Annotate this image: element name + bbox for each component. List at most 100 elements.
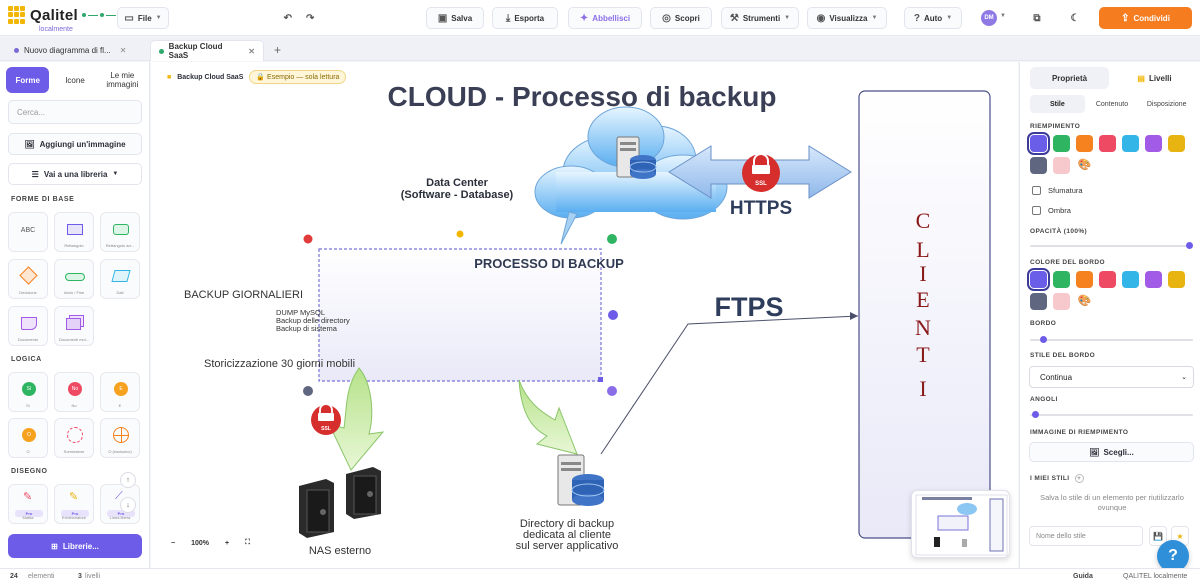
tab-shapes[interactable]: Forme <box>6 67 50 93</box>
fill-swatch[interactable] <box>1053 135 1070 152</box>
add-tab-icon[interactable]: + <box>274 43 281 57</box>
fit-screen-icon[interactable]: ⛶ <box>245 539 250 547</box>
scroll-up-icon[interactable]: ↑ <box>120 472 136 488</box>
subtab-arrange[interactable]: Disposizione <box>1139 95 1194 113</box>
directory-server-icon[interactable] <box>557 454 605 506</box>
export-button[interactable]: ⤓ Esporta <box>492 7 558 29</box>
theme-toggle-button[interactable]: ☾ <box>1064 7 1086 29</box>
tab-layers[interactable]: ▤ Livelli <box>1115 67 1194 89</box>
fill-swatch[interactable] <box>1053 157 1070 174</box>
choose-image-button[interactable]: 🖼 Scegli... <box>1029 442 1194 462</box>
tab-backup-cloud[interactable]: Backup Cloud SaaS ✕ <box>150 40 264 61</box>
slider-knob[interactable] <box>1032 411 1039 418</box>
subtab-content[interactable]: Contenuto <box>1085 95 1140 113</box>
scroll-down-icon[interactable]: ↓ <box>120 497 136 513</box>
style-handle-icon[interactable] <box>607 386 617 396</box>
zoom-level[interactable]: 100% <box>191 540 209 547</box>
delete-handle-icon[interactable] <box>303 234 313 244</box>
green-arrow-directory[interactable] <box>518 379 578 455</box>
style-name-input[interactable]: Nome dello stile <box>1029 526 1143 546</box>
tools-menu-button[interactable]: ⚒ Strumenti ▼ <box>721 7 799 29</box>
discover-button[interactable]: ◎ Scopri <box>650 7 712 29</box>
shape-yes[interactable]: Sì Sì <box>8 372 48 412</box>
border-style-select[interactable]: Continua ⌄ <box>1029 366 1194 388</box>
ftps-label[interactable]: FTPS <box>714 292 783 322</box>
redo-icon[interactable]: ↷ <box>306 13 314 24</box>
shape-search-input[interactable]: Cerca... <box>8 100 142 124</box>
shape-multi-document[interactable]: Documenti mul... <box>54 306 94 346</box>
close-icon[interactable]: ✕ <box>248 47 255 56</box>
share-button[interactable]: ⇪ Condividi <box>1099 7 1192 29</box>
datacenter-sublabel[interactable]: (Software - Database) <box>401 189 514 201</box>
tab-icons[interactable]: Icone <box>53 67 96 93</box>
nas-label[interactable]: NAS esterno <box>309 545 371 557</box>
chevron-down-icon[interactable]: ▼ <box>1000 13 1006 19</box>
border-width-slider[interactable] <box>1030 336 1193 343</box>
palette-icon[interactable]: 🎨 <box>1076 293 1093 310</box>
shadow-checkbox[interactable]: Ombra <box>1032 206 1071 215</box>
ssl-lock-icon[interactable]: SSL <box>311 403 341 435</box>
save-button[interactable]: ▣ Salva <box>426 7 484 29</box>
tool-pencil[interactable]: ✎ Pro Matita <box>8 484 48 524</box>
rotate-handle-icon[interactable] <box>456 230 464 238</box>
library-select[interactable]: ☰ Vai a una libreria ▼ <box>8 163 142 185</box>
shape-summing[interactable]: Sommatore <box>54 418 94 458</box>
slider-knob[interactable] <box>1040 336 1047 343</box>
info-icon[interactable]: + <box>1074 474 1084 483</box>
nas-device-icon[interactable] <box>299 467 381 538</box>
fill-swatch[interactable] <box>1030 157 1047 174</box>
opacity-slider[interactable] <box>1030 242 1193 249</box>
directory-label[interactable]: sul server applicativo <box>516 540 619 552</box>
undo-icon[interactable]: ↶ <box>284 13 292 24</box>
daily-backups-label[interactable]: BACKUP GIORNALIERI <box>184 289 303 301</box>
ssl-lock-icon[interactable]: SSL <box>742 153 780 192</box>
diagram-title[interactable]: CLOUD - Processo di backup <box>388 81 777 112</box>
diagram-canvas[interactable]: CLOUD - Processo di backup C L I E N T I <box>151 62 1018 568</box>
datacenter-label[interactable]: Data Center <box>426 177 488 189</box>
shape-rectangle[interactable]: Rettangolo <box>54 212 94 252</box>
subtab-style[interactable]: Stile <box>1030 95 1085 113</box>
guide-link[interactable]: Guida <box>1073 573 1093 580</box>
border-swatch[interactable] <box>1099 271 1116 288</box>
user-avatar[interactable]: DM <box>981 10 997 26</box>
shape-or[interactable]: O O <box>8 418 48 458</box>
fill-swatch[interactable] <box>1122 135 1139 152</box>
present-button[interactable]: ⧉ <box>1026 7 1048 29</box>
border-swatch[interactable] <box>1053 271 1070 288</box>
shape-rounded-rectangle[interactable]: Rettangolo arr... <box>100 212 140 252</box>
zoom-out-icon[interactable]: − <box>171 540 175 547</box>
shape-document[interactable]: Documento <box>8 306 48 346</box>
tab-properties[interactable]: Proprietà <box>1030 67 1109 89</box>
fill-swatch[interactable] <box>1168 135 1185 152</box>
shape-start-end[interactable]: Inizio / Fine <box>54 259 94 299</box>
shape-and[interactable]: E E <box>100 372 140 412</box>
breadcrumb-label[interactable]: Backup Cloud SaaS <box>177 74 243 81</box>
fill-swatch[interactable] <box>1076 135 1093 152</box>
slider-knob[interactable] <box>1186 242 1193 249</box>
fill-swatch[interactable] <box>1027 132 1050 155</box>
libraries-button[interactable]: ⊞ Librerie... <box>8 534 142 558</box>
history-label[interactable]: Storicizzazione 30 giorni mobili <box>204 358 355 370</box>
fill-swatch[interactable] <box>1099 135 1116 152</box>
border-swatch[interactable] <box>1030 293 1047 310</box>
gradient-checkbox[interactable]: Sfumatura <box>1032 186 1083 195</box>
shape-decision[interactable]: Decisione <box>8 259 48 299</box>
border-swatch[interactable] <box>1053 293 1070 310</box>
view-menu-button[interactable]: ◉ Visualizza ▼ <box>807 7 887 29</box>
add-image-button[interactable]: 🖼 Aggiungi un'immagine <box>8 133 142 155</box>
https-label[interactable]: HTTPS <box>730 198 792 219</box>
fill-swatch[interactable] <box>1145 135 1162 152</box>
info-handle-icon[interactable] <box>608 310 618 320</box>
duplicate-handle-icon[interactable] <box>607 234 617 244</box>
ftps-connector[interactable] <box>600 315 859 455</box>
border-swatch[interactable] <box>1145 271 1162 288</box>
shape-text[interactable]: ABC <box>8 212 48 252</box>
beautify-button[interactable]: ✦ Abbellisci <box>568 7 642 29</box>
auto-mode-button[interactable]: ? Auto ▼ <box>904 7 962 29</box>
border-swatch[interactable] <box>1076 271 1093 288</box>
palette-icon[interactable]: 🎨 <box>1076 157 1093 174</box>
shape-xor[interactable]: O (esclusivo) <box>100 418 140 458</box>
minimap[interactable] <box>911 490 1010 558</box>
close-icon[interactable]: ✕ <box>120 46 127 55</box>
file-menu-button[interactable]: ▭ File ▼ <box>117 7 169 29</box>
